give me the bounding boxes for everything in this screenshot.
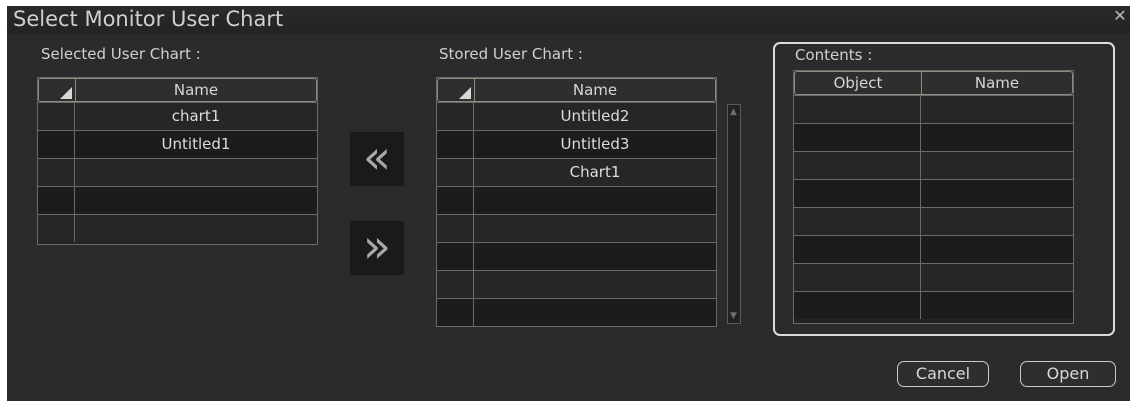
chart-name-cell — [474, 215, 716, 242]
object-cell — [794, 152, 921, 179]
column-header-name[interactable]: Name — [76, 79, 316, 101]
table-row[interactable] — [794, 291, 1073, 319]
table-header: Name — [437, 78, 716, 102]
table-row[interactable] — [794, 123, 1073, 151]
table-header: Object Name — [794, 71, 1073, 95]
table-row[interactable] — [38, 214, 317, 242]
column-header-object[interactable]: Object — [795, 72, 922, 94]
table-row[interactable] — [437, 270, 716, 298]
chart-name-cell — [474, 187, 716, 214]
object-cell — [794, 264, 921, 291]
table-row[interactable] — [437, 298, 716, 326]
object-cell — [794, 292, 921, 319]
row-selector[interactable] — [38, 103, 75, 130]
table-body: chart1 Untitled1 — [38, 102, 317, 242]
row-selector[interactable] — [437, 243, 474, 270]
row-selector[interactable] — [437, 103, 474, 130]
table-row[interactable] — [794, 263, 1073, 291]
table-body: Untitled2 Untitled3 Chart1 — [437, 102, 716, 326]
name-cell — [921, 96, 1073, 123]
table-row[interactable]: Untitled1 — [38, 130, 317, 158]
row-selector[interactable] — [38, 215, 75, 242]
row-selector[interactable] — [437, 187, 474, 214]
row-selector[interactable] — [437, 271, 474, 298]
name-cell — [921, 236, 1073, 263]
chart-name-cell: Untitled3 — [560, 135, 630, 153]
column-header-name[interactable]: Name — [922, 72, 1072, 94]
chart-name-cell: chart1 — [171, 107, 221, 125]
stored-user-chart-label: Stored User Chart : — [439, 45, 583, 63]
chart-name-cell — [75, 159, 317, 186]
scroll-up-icon[interactable]: ▲ — [730, 107, 738, 117]
chart-name-cell — [474, 243, 716, 270]
title-bar: Select Monitor User Chart ✕ — [7, 6, 1130, 34]
name-cell — [921, 264, 1073, 291]
table-body — [794, 95, 1073, 319]
table-row[interactable] — [437, 186, 716, 214]
chart-name-cell: Untitled2 — [560, 107, 630, 125]
table-row[interactable] — [437, 242, 716, 270]
table-row[interactable]: Untitled3 — [437, 130, 716, 158]
name-cell — [921, 124, 1073, 151]
open-button[interactable]: Open — [1020, 361, 1116, 387]
contents-table: Object Name — [793, 70, 1074, 324]
table-row[interactable] — [794, 235, 1073, 263]
table-row[interactable] — [437, 214, 716, 242]
stored-user-chart-table: Name Untitled2 Untitled3 Chart1 — [436, 77, 717, 327]
select-monitor-user-chart-dialog: Select Monitor User Chart ✕ Selected Use… — [7, 6, 1130, 401]
chart-name-cell: Untitled1 — [161, 135, 231, 153]
selected-user-chart-table: Name chart1 Untitled1 — [37, 77, 318, 245]
select-all-corner[interactable] — [39, 79, 76, 101]
table-header: Name — [38, 78, 317, 102]
row-selector[interactable] — [38, 187, 75, 214]
contents-label: Contents : — [795, 46, 873, 64]
table-row[interactable] — [794, 207, 1073, 235]
table-row[interactable]: Untitled2 — [437, 102, 716, 130]
row-selector[interactable] — [437, 159, 474, 186]
chart-name-cell: Chart1 — [569, 163, 621, 181]
name-cell — [921, 208, 1073, 235]
object-cell — [794, 124, 921, 151]
chart-name-cell — [474, 299, 716, 326]
chart-name-cell — [474, 271, 716, 298]
table-row[interactable] — [38, 158, 317, 186]
move-left-button[interactable]: « — [350, 132, 404, 186]
column-header-name[interactable]: Name — [475, 79, 715, 101]
cancel-button[interactable]: Cancel — [897, 361, 989, 387]
move-right-button[interactable]: » — [350, 221, 404, 275]
close-icon[interactable]: ✕ — [1112, 8, 1128, 24]
row-selector[interactable] — [38, 159, 75, 186]
stored-list-scrollbar[interactable]: ▲ ▼ — [727, 104, 741, 324]
chart-name-cell — [75, 215, 317, 242]
row-selector[interactable] — [437, 215, 474, 242]
row-selector[interactable] — [437, 131, 474, 158]
object-cell — [794, 180, 921, 207]
row-selector[interactable] — [437, 299, 474, 326]
selected-user-chart-label: Selected User Chart : — [41, 45, 201, 63]
object-cell — [794, 208, 921, 235]
table-row[interactable] — [38, 186, 317, 214]
object-cell — [794, 236, 921, 263]
name-cell — [921, 292, 1073, 319]
table-row[interactable]: chart1 — [38, 102, 317, 130]
select-all-corner[interactable] — [438, 79, 475, 101]
dialog-title: Select Monitor User Chart — [13, 7, 284, 31]
table-row[interactable] — [794, 95, 1073, 123]
table-row[interactable] — [794, 179, 1073, 207]
name-cell — [921, 180, 1073, 207]
object-cell — [794, 96, 921, 123]
table-row[interactable] — [794, 151, 1073, 179]
scroll-down-icon[interactable]: ▼ — [730, 311, 738, 321]
table-row[interactable]: Chart1 — [437, 158, 716, 186]
name-cell — [921, 152, 1073, 179]
chart-name-cell — [75, 187, 317, 214]
row-selector[interactable] — [38, 131, 75, 158]
